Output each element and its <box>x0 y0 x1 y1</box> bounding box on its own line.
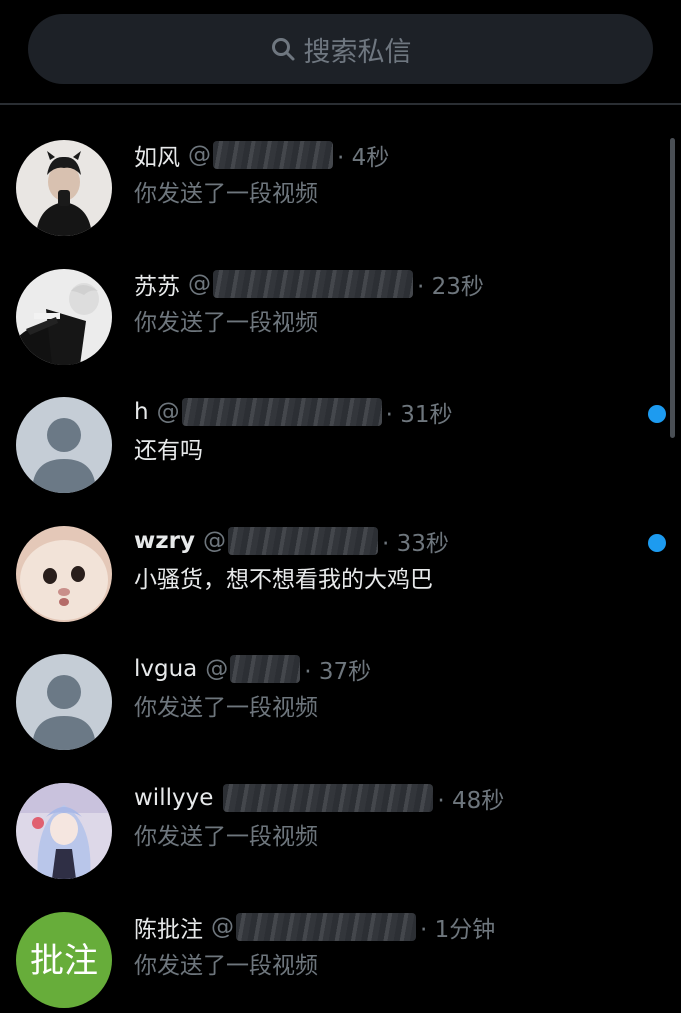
timestamp: · 23秒 <box>417 274 484 300</box>
contact-handle: @ <box>188 142 211 168</box>
contact-handle: @ <box>211 914 234 940</box>
redaction-mark <box>213 270 413 298</box>
conversation-text: wzry @ · 33秒 小骚货，想不想看我的大鸡巴 <box>134 524 641 594</box>
conversation-row[interactable]: 批注 陈批注 @ · 1分钟 你发送了一段视频 <box>0 900 681 1013</box>
conversation-text: h @ · 31秒 还有吗 <box>134 395 641 465</box>
message-preview: 你发送了一段视频 <box>134 953 318 979</box>
conversation-text: 苏苏 @ · 23秒 你发送了一段视频 <box>134 267 641 337</box>
conversation-row[interactable]: 如风 @ · 4秒 你发送了一段视频 <box>0 128 681 256</box>
search-container: 搜索私信 <box>28 14 653 84</box>
conversation-text: lvgua @ · 37秒 你发送了一段视频 <box>134 652 641 722</box>
conversation-text: willyye · 48秒 你发送了一段视频 <box>134 781 641 851</box>
unread-indicator <box>648 405 666 423</box>
message-preview: 你发送了一段视频 <box>134 181 318 207</box>
timestamp: · 33秒 <box>381 531 449 557</box>
conversation-row[interactable]: lvgua @ · 37秒 你发送了一段视频 <box>0 642 681 770</box>
redaction-mark <box>213 141 333 169</box>
avatar[interactable] <box>16 269 112 365</box>
redaction-mark <box>236 913 416 941</box>
conversation-row[interactable]: wzry @ · 33秒 小骚货，想不想看我的大鸡巴 <box>0 514 681 642</box>
contact-name: willyye <box>134 785 214 811</box>
redaction-mark <box>223 784 434 812</box>
search-placeholder: 搜索私信 <box>303 36 412 68</box>
avatar[interactable] <box>16 140 112 236</box>
search-icon <box>270 36 296 62</box>
message-preview: 你发送了一段视频 <box>134 695 318 721</box>
timestamp: · 37秒 <box>304 659 372 685</box>
contact-name: 如风 <box>134 145 180 171</box>
conversation-text: 陈批注 @ · 1分钟 你发送了一段视频 <box>134 910 641 980</box>
avatar-badge-text: 批注 <box>30 941 98 981</box>
message-preview: 还有吗 <box>134 438 203 464</box>
conversation-text: 如风 @ · 4秒 你发送了一段视频 <box>134 138 641 208</box>
redaction-mark <box>181 398 382 426</box>
contact-name: 苏苏 <box>134 274 180 300</box>
conversation-row[interactable]: willyye · 48秒 你发送了一段视频 <box>0 771 681 899</box>
avatar[interactable]: 批注 <box>16 912 112 1008</box>
avatar[interactable] <box>16 397 112 493</box>
conversation-row[interactable]: h @ · 31秒 还有吗 <box>0 385 681 513</box>
timestamp: · 1分钟 <box>420 917 496 943</box>
redaction-mark <box>230 655 301 683</box>
dm-screen: 搜索私信 如风 @ · 4秒 你发送了一段视频 苏苏 @ · 23秒 你发送了一… <box>0 0 681 1013</box>
redaction-mark <box>227 527 378 555</box>
contact-name: wzry <box>134 528 195 554</box>
message-preview: 你发送了一段视频 <box>134 310 318 336</box>
unread-indicator <box>648 534 666 552</box>
avatar[interactable] <box>16 783 112 879</box>
contact-handle: @ <box>188 271 211 297</box>
timestamp: · 48秒 <box>437 788 505 814</box>
contact-handle: @ <box>156 399 180 425</box>
contact-name: 陈批注 <box>134 917 203 943</box>
conversation-row[interactable]: 苏苏 @ · 23秒 你发送了一段视频 <box>0 257 681 385</box>
timestamp: · 31秒 <box>385 402 453 428</box>
timestamp: · 4秒 <box>337 145 390 171</box>
contact-handle: @ <box>202 528 226 554</box>
avatar[interactable] <box>16 526 112 622</box>
avatar[interactable] <box>16 654 112 750</box>
contact-handle: @ <box>205 656 229 682</box>
message-preview: 你发送了一段视频 <box>134 824 318 850</box>
scrollbar[interactable] <box>670 138 675 438</box>
contact-name: lvgua <box>134 656 198 682</box>
message-preview: 小骚货，想不想看我的大鸡巴 <box>134 567 433 593</box>
header-divider <box>0 103 681 105</box>
search-input[interactable]: 搜索私信 <box>28 14 653 84</box>
contact-name: h <box>134 399 149 425</box>
